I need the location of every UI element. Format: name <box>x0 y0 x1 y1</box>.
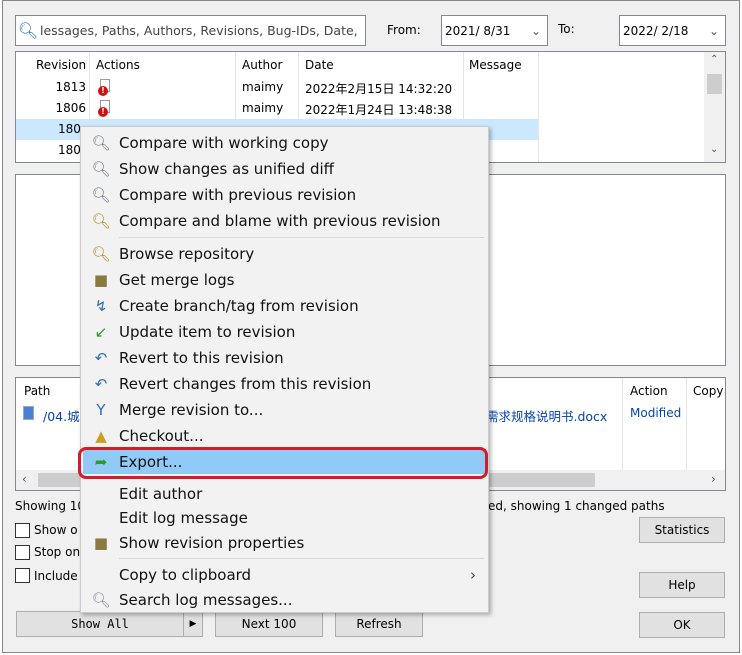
stop-on-copy-checkbox[interactable] <box>15 545 30 560</box>
menu-item-label: Compare with working copy <box>119 133 329 152</box>
column-message[interactable]: Message <box>469 58 522 72</box>
menu-item-label: Browse repository <box>119 244 255 263</box>
menu-item-get-merge-logs[interactable]: ■ Get merge logs <box>83 267 486 292</box>
menu-item-edit-author[interactable]: Edit author <box>83 481 486 506</box>
branch-icon: ↯ <box>94 296 108 315</box>
menu-item-compare-with-working-copy[interactable]: 🔍︎ Compare with working copy <box>83 130 486 155</box>
magnifier-icon: 🔍︎ <box>91 133 111 152</box>
column-date[interactable]: Date <box>305 58 334 72</box>
menu-item-label: Compare and blame with previous revision <box>119 211 441 230</box>
search-icon[interactable]: 🔍︎ <box>16 21 40 40</box>
magnifier-icon: 🔍︎ <box>91 185 111 204</box>
search-icon: 🔍︎ <box>91 590 111 609</box>
path-link-end[interactable]: 需求规格说明书.docx <box>486 406 607 425</box>
menu-separator <box>119 558 484 559</box>
menu-item-label: Merge revision to... <box>119 400 264 419</box>
menu-item-label: Compare with previous revision <box>119 185 357 204</box>
menu-item-label: Revert changes from this revision <box>119 374 372 393</box>
modified-doc-icon: ! <box>98 79 110 96</box>
menu-item-search-log-messages[interactable]: 🔍︎ Search log messages... <box>83 587 486 612</box>
scroll-left-icon[interactable]: ‹ <box>22 472 27 486</box>
column-path[interactable]: Path <box>24 384 50 398</box>
menu-item-copy-to-clipboard[interactable]: Copy to clipboard › <box>83 562 486 587</box>
scrollbar-thumb[interactable] <box>707 74 722 94</box>
vertical-scrollbar[interactable]: ⌃ ⌄ <box>704 52 725 162</box>
to-label: To: <box>558 22 575 36</box>
ok-button[interactable]: OK <box>639 612 725 638</box>
show-all-button[interactable]: Show All <box>16 611 184 637</box>
menu-item-revert-changes-from-this-revision[interactable]: ↶ Revert changes from this revision <box>83 371 486 396</box>
revert-icon: ↶ <box>94 348 108 367</box>
menu-item-compare-with-previous-revision[interactable]: 🔍︎ Compare with previous revision <box>83 182 486 207</box>
column-author[interactable]: Author <box>242 58 282 72</box>
column-action[interactable]: Action <box>630 384 668 398</box>
blame-icon: 🔍︎ <box>91 211 111 230</box>
menu-item-label: Search log messages... <box>119 590 293 609</box>
menu-item-compare-and-blame-with-previous-revision[interactable]: 🔍︎ Compare and blame with previous revisi… <box>83 208 486 233</box>
from-label: From: <box>387 23 421 37</box>
statistics-button[interactable]: Statistics <box>639 517 725 543</box>
menu-item-label: Checkout... <box>119 426 204 445</box>
show-all-dropdown-arrow-icon[interactable]: ▶ <box>183 611 203 637</box>
status-text-right: ed, showing 1 changed paths <box>488 499 665 513</box>
chevron-down-icon[interactable]: ⌄ <box>531 24 547 38</box>
scroll-down-icon[interactable]: ⌄ <box>710 144 718 155</box>
menu-item-label: Get merge logs <box>119 270 235 289</box>
update-icon: ↙ <box>94 322 108 341</box>
properties-icon: ■ <box>93 533 109 552</box>
path-action: Modified <box>630 406 682 420</box>
modified-doc-icon: ! <box>98 100 110 117</box>
chevron-down-icon[interactable]: ⌄ <box>709 24 725 38</box>
magnifier-icon: 🔍︎ <box>91 159 111 178</box>
menu-item-create-branch-tag-from-revision[interactable]: ↯ Create branch/tag from revision <box>83 293 486 318</box>
submenu-arrow-icon: › <box>470 565 476 584</box>
include-merged-checkbox[interactable] <box>15 568 30 583</box>
menu-item-label: Show revision properties <box>119 533 305 552</box>
merge-log-icon: ■ <box>93 270 109 289</box>
menu-item-label: Update item to revision <box>119 322 296 341</box>
from-date-picker[interactable]: 2021/ 8/31 ⌄ <box>441 15 548 46</box>
menu-item-revert-to-this-revision[interactable]: ↶ Revert to this revision <box>83 345 486 370</box>
scroll-up-icon[interactable]: ⌃ <box>710 54 718 65</box>
column-copy[interactable]: Copy <box>693 384 723 398</box>
next-100-button[interactable]: Next 100 <box>215 611 323 637</box>
word-doc-icon <box>23 406 34 420</box>
menu-item-show-revision-properties[interactable]: ■ Show revision properties <box>83 530 486 555</box>
refresh-button[interactable]: Refresh <box>335 611 423 637</box>
menu-item-label: Create branch/tag from revision <box>119 296 359 315</box>
to-date-picker[interactable]: 2022/ 2/18 ⌄ <box>619 15 726 46</box>
path-link[interactable]: /04.城 <box>43 406 80 425</box>
menu-item-merge-revision-to[interactable]: Y Merge revision to... <box>83 397 486 422</box>
menu-item-label: Edit log message <box>119 508 248 527</box>
menu-item-checkout[interactable]: ▲ Checkout... <box>83 423 486 448</box>
column-revision[interactable]: Revision <box>36 58 86 72</box>
menu-item-label: Copy to clipboard <box>119 565 252 584</box>
menu-item-show-changes-as-unified-diff[interactable]: 🔍︎ Show changes as unified diff <box>83 156 486 181</box>
checkout-icon: ▲ <box>95 426 107 445</box>
help-button[interactable]: Help <box>639 572 725 598</box>
menu-item-label: Edit author <box>119 484 203 503</box>
menu-item-update-item-to-revision[interactable]: ↙ Update item to revision <box>83 319 486 344</box>
revert-icon: ↶ <box>94 374 108 393</box>
menu-item-edit-log-message[interactable]: Edit log message <box>83 505 486 530</box>
context-menu: 🔍︎ Compare with working copy 🔍︎ Show change… <box>80 126 489 613</box>
menu-item-browse-repository[interactable]: 🔍︎ Browse repository <box>83 241 486 266</box>
status-text-left: Showing 10 <box>15 499 86 513</box>
menu-separator <box>119 237 484 238</box>
repo-browser-icon: 🔍︎ <box>91 244 111 263</box>
search-input[interactable]: 🔍︎ lessages, Paths, Authors, Revisions, … <box>15 15 366 46</box>
column-actions[interactable]: Actions <box>96 58 140 72</box>
menu-item-label: Revert to this revision <box>119 348 284 367</box>
show-only-checkbox[interactable] <box>15 523 30 538</box>
annotation-highlight-ring <box>78 447 488 479</box>
scroll-right-icon[interactable]: › <box>711 472 716 486</box>
menu-item-label: Show changes as unified diff <box>119 159 334 178</box>
merge-icon: Y <box>96 400 106 419</box>
